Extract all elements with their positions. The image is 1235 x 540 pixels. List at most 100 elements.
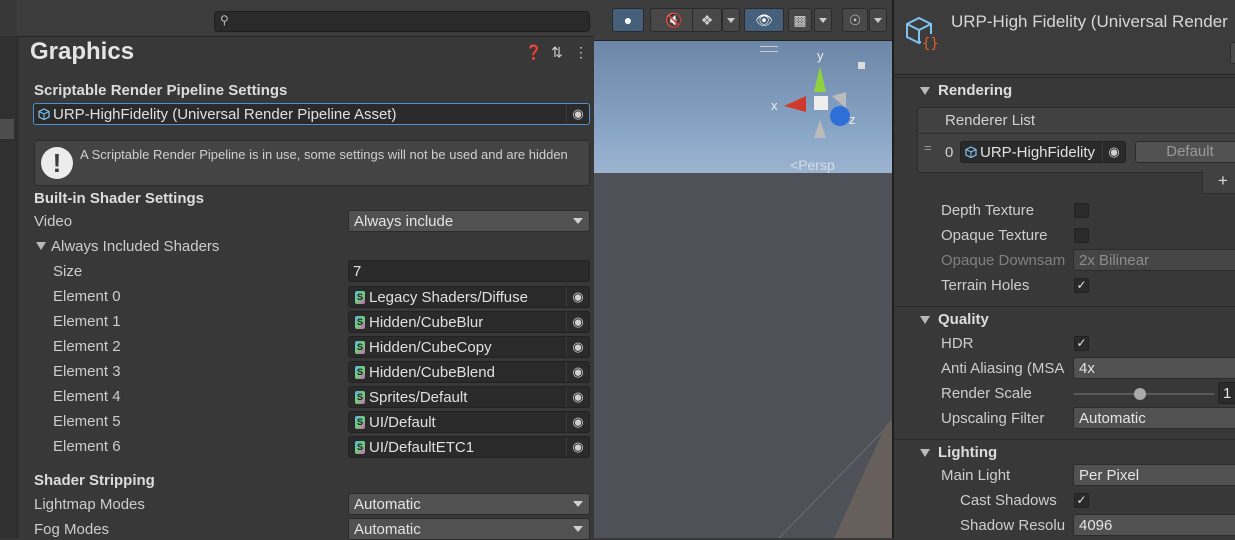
shader-icon: S: [355, 316, 365, 329]
camera-dropdown[interactable]: [814, 8, 832, 32]
size-value: 7: [353, 263, 362, 280]
object-picker-icon[interactable]: ◉: [566, 437, 589, 457]
object-picker-icon[interactable]: ◉: [566, 412, 589, 432]
renderer-list-label: Renderer List: [945, 112, 1036, 129]
shader-value: Hidden/CubeCopy: [369, 339, 492, 356]
effects-icon[interactable]: ❖: [692, 8, 722, 32]
render-scale-thumb[interactable]: [1134, 388, 1146, 400]
video-value: Always include: [354, 213, 454, 230]
rendering-header: Rendering: [938, 82, 1013, 99]
anti-aliasing-label: Anti Aliasing (MSA: [941, 360, 1065, 377]
object-picker-icon[interactable]: ◉: [566, 387, 589, 407]
open-button[interactable]: [1230, 42, 1235, 64]
help-box: ! A Scriptable Render Pipeline is in use…: [34, 140, 590, 186]
foldout-arrow-icon[interactable]: [36, 242, 46, 250]
shader-field[interactable]: S Hidden/CubeBlur ◉: [348, 311, 590, 333]
shader-field[interactable]: S Sprites/Default ◉: [348, 386, 590, 408]
lighting-foldout[interactable]: Lighting: [894, 439, 1235, 466]
shadow-resolution-dropdown[interactable]: 4096: [1073, 514, 1235, 536]
audio-toggle-icon[interactable]: 🔇: [650, 8, 698, 32]
scene-view[interactable]: ● 🔇 ❖ 👁 ▩ ☉ y x z <Persp: [594, 0, 892, 538]
shader-field[interactable]: S UI/DefaultETC1 ◉: [348, 436, 590, 458]
default-button[interactable]: Default: [1135, 141, 1235, 163]
render-scale-value: 1: [1223, 385, 1232, 402]
gizmo-y-label: y: [817, 48, 824, 63]
video-label: Video: [34, 213, 73, 230]
video-dropdown[interactable]: Always include: [348, 210, 590, 232]
lighting-toggle-icon[interactable]: ●: [612, 8, 644, 32]
gizmos-icon[interactable]: ☉: [842, 8, 868, 32]
opaque-texture-checkbox[interactable]: [1074, 228, 1089, 243]
lightmap-modes-dropdown[interactable]: Automatic: [348, 493, 590, 515]
always-included-label[interactable]: Always Included Shaders: [51, 238, 219, 255]
projection-toggle[interactable]: <Persp: [790, 157, 835, 173]
shader-value: Legacy Shaders/Diffuse: [369, 289, 528, 306]
shadow-resolution-value: 4096: [1079, 517, 1113, 534]
main-light-label: Main Light: [941, 467, 1011, 484]
render-scale-label: Render Scale: [941, 385, 1032, 402]
gizmo-z-label: z: [849, 112, 856, 127]
renderer-value: URP-HighFidelity: [980, 144, 1096, 161]
chevron-down-icon: [874, 18, 882, 23]
terrain-holes-checkbox[interactable]: ✓: [1074, 278, 1089, 293]
inspector-panel: {} URP-High Fidelity (Universal Render R…: [892, 0, 1235, 538]
object-picker-icon[interactable]: ◉: [566, 287, 589, 307]
main-light-value: Per Pixel: [1079, 467, 1140, 484]
help-icon[interactable]: ❓: [525, 44, 542, 60]
size-field[interactable]: 7: [348, 260, 590, 282]
srp-asset-field[interactable]: URP-HighFidelity (Universal Render Pipel…: [33, 103, 590, 125]
shader-icon: S: [355, 366, 365, 379]
shader-field[interactable]: S UI/Default ◉: [348, 411, 590, 433]
quality-foldout[interactable]: Quality: [894, 306, 1235, 333]
depth-texture-checkbox[interactable]: [1074, 203, 1089, 218]
drag-handle-icon[interactable]: =: [924, 140, 932, 155]
warning-icon: !: [41, 147, 73, 179]
effects-dropdown[interactable]: [722, 8, 740, 32]
object-picker-icon[interactable]: ◉: [566, 362, 589, 382]
search-icon: ⚲: [220, 13, 229, 27]
lightmap-modes-label: Lightmap Modes: [34, 496, 145, 513]
shader-icon: S: [355, 341, 365, 354]
object-picker-icon[interactable]: ◉: [1102, 142, 1125, 162]
shader-field[interactable]: S Hidden/CubeBlend ◉: [348, 361, 590, 383]
object-picker-icon[interactable]: ◉: [566, 312, 589, 332]
preset-icon[interactable]: ⇅: [549, 44, 565, 60]
render-scale-field[interactable]: 1: [1218, 382, 1235, 404]
main-light-dropdown[interactable]: Per Pixel: [1073, 464, 1235, 486]
renderer-field[interactable]: URP-HighFidelity ◉: [960, 141, 1126, 163]
hdr-label: HDR: [941, 335, 974, 352]
element-label: Element 1: [53, 313, 121, 330]
add-renderer-button[interactable]: +: [1202, 171, 1235, 194]
shader-icon: S: [355, 416, 365, 429]
asset-cube-icon: [965, 146, 977, 158]
graphics-settings-panel: ⚲ Graphics ❓ ⇅ ⋮ Scriptable Render Pipel…: [0, 0, 594, 540]
fog-modes-dropdown[interactable]: Automatic: [348, 518, 590, 540]
terrain-holes-label: Terrain Holes: [941, 277, 1030, 294]
depth-texture-label: Depth Texture: [941, 202, 1035, 219]
element-label: Element 0: [53, 288, 121, 305]
quality-header: Quality: [938, 311, 989, 328]
cast-shadows-checkbox[interactable]: ✓: [1074, 493, 1089, 508]
opaque-downsampling-label: Opaque Downsam: [941, 252, 1066, 269]
anti-aliasing-dropdown[interactable]: 4x: [1073, 357, 1235, 379]
shader-field[interactable]: S Legacy Shaders/Diffuse ◉: [348, 286, 590, 308]
foldout-arrow-icon: [920, 316, 930, 324]
more-menu-icon[interactable]: ⋮: [573, 44, 589, 60]
dropdown-arrow-icon: [573, 218, 583, 224]
rendering-foldout[interactable]: Rendering: [894, 77, 1235, 104]
settings-search-input[interactable]: ⚲: [214, 11, 590, 32]
object-picker-icon[interactable]: ◉: [566, 337, 589, 357]
camera-icon[interactable]: ▩: [788, 8, 812, 32]
shader-icon: S: [355, 291, 365, 304]
gizmos-dropdown[interactable]: [869, 8, 887, 32]
orientation-gizmo[interactable]: [764, 50, 864, 150]
element-label: Element 3: [53, 363, 121, 380]
srp-section-header: Scriptable Render Pipeline Settings: [34, 82, 288, 99]
shader-field[interactable]: S Hidden/CubeCopy ◉: [348, 336, 590, 358]
scene-visibility-icon[interactable]: 👁: [744, 8, 784, 32]
upscaling-filter-dropdown[interactable]: Automatic: [1073, 407, 1235, 429]
foldout-arrow-icon: [920, 449, 930, 457]
hdr-checkbox[interactable]: ✓: [1074, 336, 1089, 351]
sidebar-selection[interactable]: [0, 119, 14, 139]
object-picker-icon[interactable]: ◉: [566, 104, 589, 124]
